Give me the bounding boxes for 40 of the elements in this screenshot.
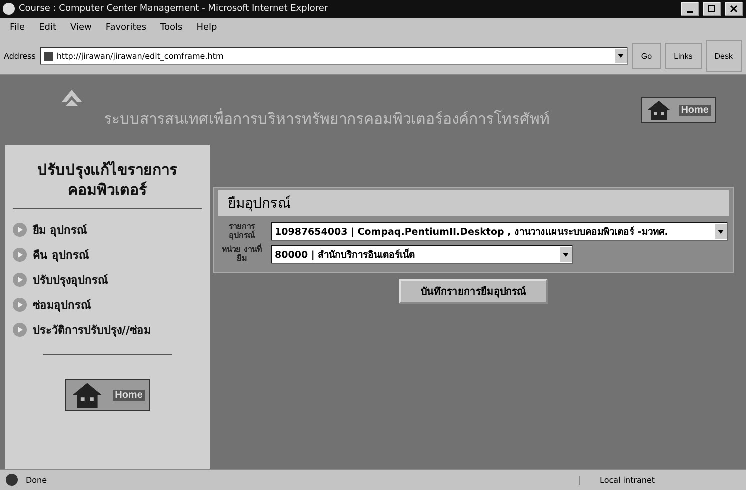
zone-indicator: Local intranet [579, 476, 740, 484]
sidebar-link[interactable]: ซ่อมอุปกรณ์ [13, 292, 202, 317]
field-label: หน่วย งานที่ยืม [221, 246, 263, 264]
sidebar-link[interactable]: คืน อุปกรณ์ [13, 242, 202, 267]
address-field[interactable]: http://jirawan/jirawan/edit_comframe.htm [40, 47, 628, 65]
save-button[interactable]: บันทึกรายการยืมอุปกรณ์ [399, 279, 548, 304]
minimize-button[interactable] [681, 2, 699, 16]
select-field[interactable]: 10987654003 | Compaq.PentiumII.Desktop , งานวางแผนระบบคอมพิวเตอร์ -มวทศ. [271, 222, 728, 241]
sidebar-link[interactable]: ยืม อุปกรณ์ [13, 217, 202, 242]
sidebar-title: ปรับปรุงแก้ไขรายการ คอมพิวเตอร์ [36, 161, 178, 200]
desk-button[interactable]: Desk [706, 40, 742, 72]
maximize-button[interactable] [703, 2, 721, 16]
menu-item[interactable]: File [10, 23, 26, 33]
menu-item[interactable]: Favorites [106, 23, 147, 33]
status-text: Done [26, 476, 48, 484]
play-bullet-icon [13, 222, 27, 236]
menu-item[interactable]: View [70, 23, 92, 33]
play-bullet-icon [13, 272, 27, 286]
sidebar-link[interactable]: ประวัติการปรับปรุง//ซ่อม [13, 317, 202, 342]
window-title: Course : Computer Center Management - Microsoft Internet Explorer [19, 4, 328, 14]
home-button[interactable]: Home [65, 379, 150, 411]
home-button[interactable]: Home [641, 97, 716, 123]
sidebar-link[interactable]: ปรับปรุงอุปกรณ์ [13, 267, 202, 292]
close-icon [729, 4, 739, 14]
address-label: Address [4, 52, 36, 60]
minimize-icon [686, 11, 694, 13]
field-label: รายการ อุปกรณ์ [228, 222, 256, 240]
play-bullet-icon [13, 248, 27, 262]
go-button[interactable]: Go [632, 43, 662, 69]
select-field[interactable]: 80000 | สำนักบริการอินเตอร์เน็ต [271, 245, 573, 264]
menu-item[interactable]: Edit [39, 23, 56, 33]
menu-item[interactable]: Tools [160, 23, 183, 33]
menu-item[interactable]: Help [196, 23, 218, 33]
play-bullet-icon [13, 298, 27, 312]
close-button[interactable] [725, 2, 743, 16]
site-title: ระบบสารสนเทศเพื่อการบริหารทรัพยากรคอมพิวเตอร์องค์การโทรศัพท์ [104, 108, 551, 130]
play-bullet-icon [13, 322, 27, 336]
links-button[interactable]: Links [665, 43, 702, 69]
maximize-icon [707, 4, 717, 14]
form-title: ยืมอุปกรณ์ [218, 190, 729, 216]
